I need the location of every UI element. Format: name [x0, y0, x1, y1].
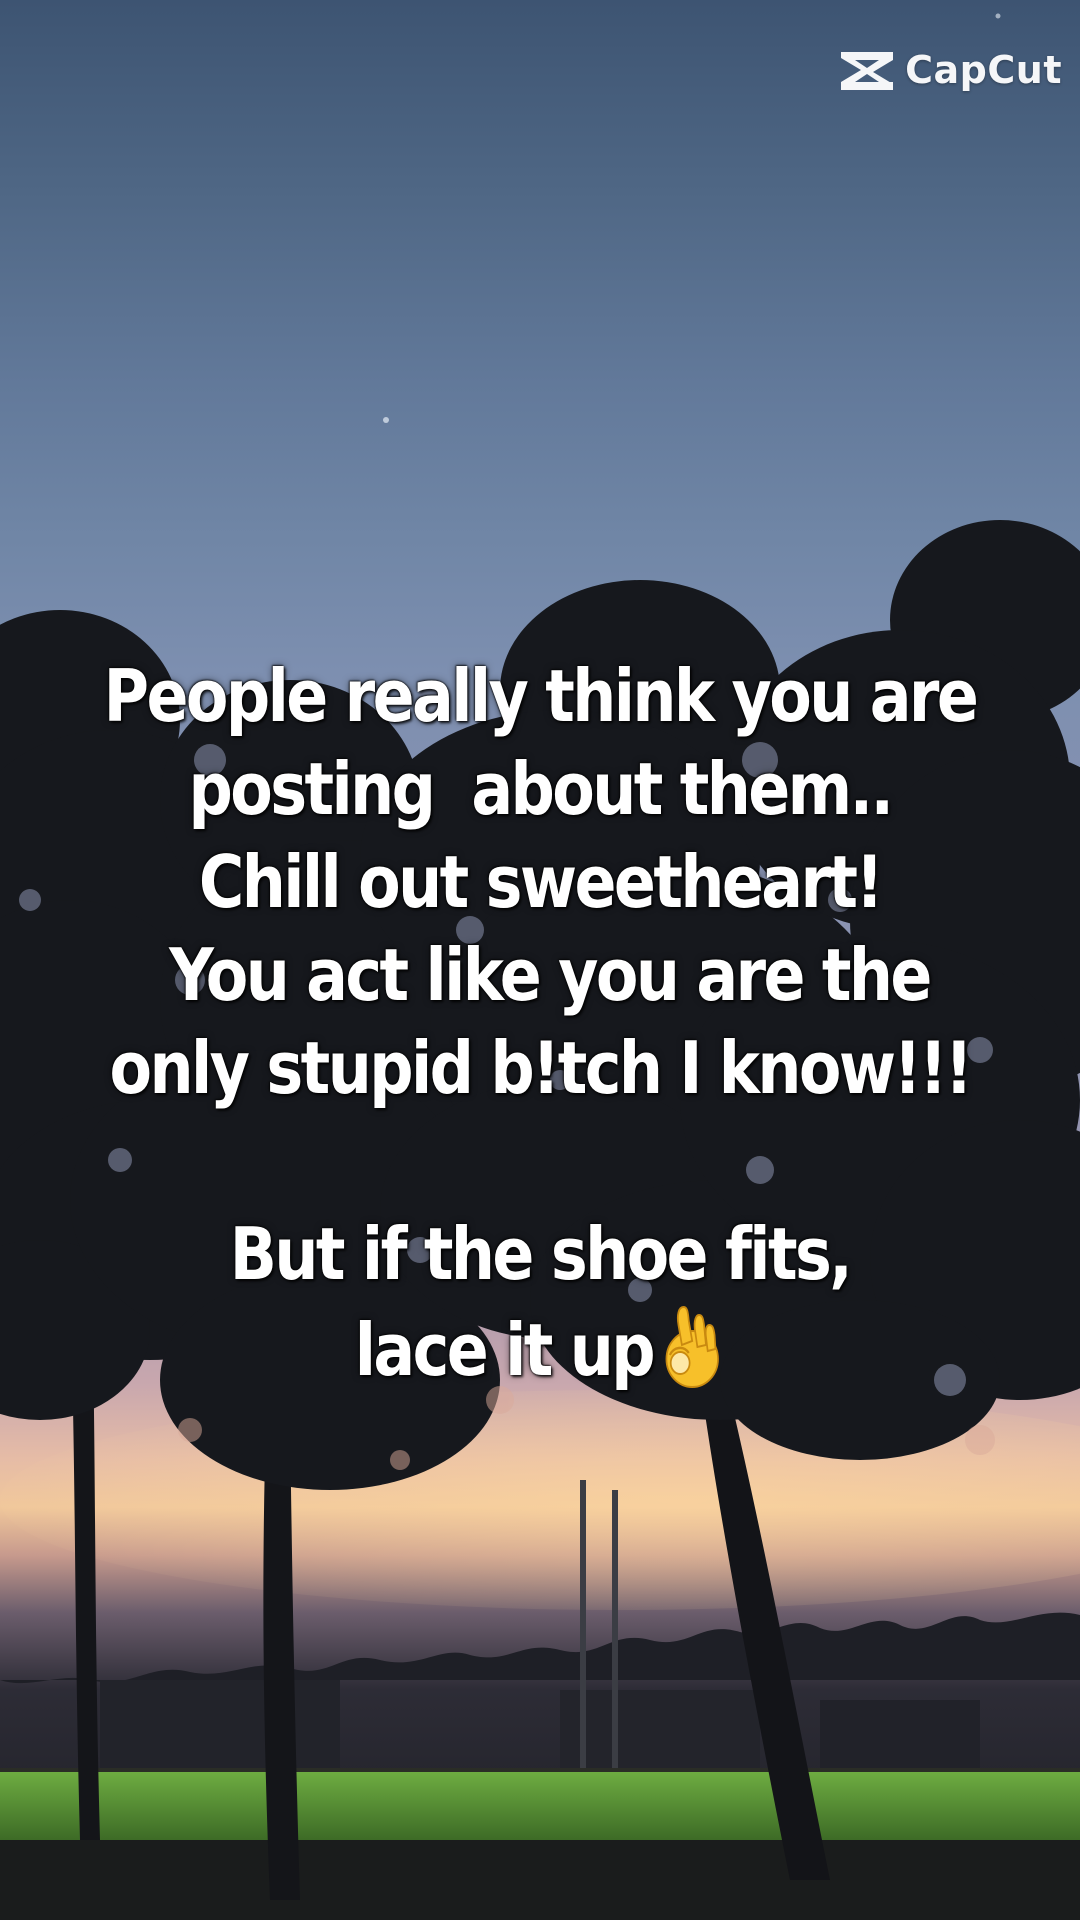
- distant-building: [100, 1680, 340, 1770]
- video-frame: CapCut People really think you are posti…: [0, 0, 1080, 1920]
- grass-field: [0, 1770, 1080, 1840]
- distant-treeline: [0, 1600, 1080, 1684]
- ok-hand-icon: [665, 1305, 720, 1388]
- fence-line: [0, 1768, 1080, 1772]
- distant-building: [820, 1700, 980, 1770]
- caption-line-4: You act like you are the: [150, 933, 932, 1017]
- capcut-brand-text: CapCut: [905, 48, 1062, 92]
- caption-line-2: posting about them..: [188, 747, 894, 831]
- capcut-watermark: CapCut: [839, 48, 1062, 92]
- foreground-ground: [0, 1840, 1080, 1920]
- caption-line-1: People really think you are: [103, 654, 979, 738]
- caption-line-5: only stupid b!tch I know!!!: [109, 1026, 973, 1110]
- capcut-logo-icon: [841, 52, 894, 90]
- caption-text-block: People really think you are posting abou…: [76, 650, 1005, 1394]
- caption-line-8: lace it up: [76, 1301, 1005, 1394]
- star: [995, 13, 1001, 19]
- caption-line-8-text: lace it up: [354, 1308, 656, 1392]
- distant-building: [560, 1690, 760, 1770]
- star: [383, 417, 389, 423]
- light-pole: [580, 1480, 586, 1780]
- caption-line-3: Chill out sweetheart!: [198, 840, 884, 924]
- light-pole: [612, 1490, 618, 1780]
- caption-line-7: But if the shoe fits,: [229, 1212, 853, 1296]
